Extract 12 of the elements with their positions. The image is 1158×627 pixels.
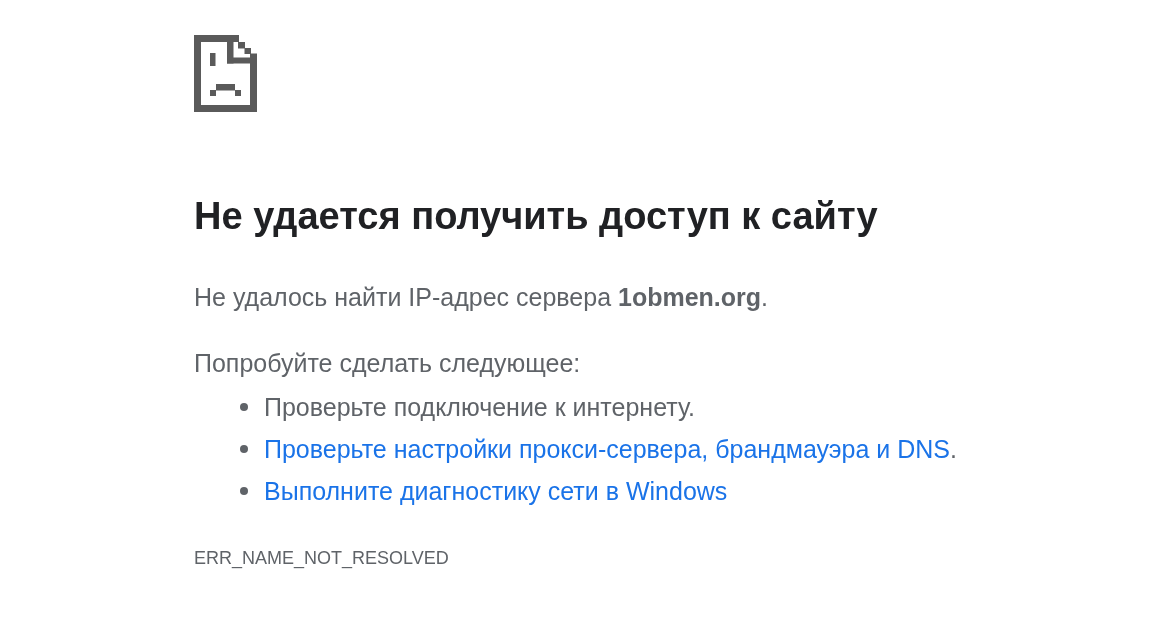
error-code: ERR_NAME_NOT_RESOLVED	[194, 547, 449, 571]
bullet-icon	[240, 487, 248, 495]
error-heading: Не удается получить доступ к сайту	[194, 194, 878, 239]
suggestion-link[interactable]: Проверьте настройки прокси-сервера, брандмауэра и DNS	[264, 435, 950, 463]
error-summary: Не удалось найти IP-адрес сервера 1obmen.org.	[194, 282, 769, 313]
suggestions-intro: Попробуйте сделать следующее:	[194, 348, 581, 379]
sad-page-icon	[194, 35, 257, 112]
suggestion-text: Проверьте подключение к интернету.	[264, 392, 695, 423]
bullet-icon	[240, 403, 248, 411]
suggestion-link[interactable]: Выполните диагностику сети в Windows	[264, 474, 728, 508]
suggestion-text: Проверьте настройки прокси-сервера, брандмауэра и DNS.	[264, 434, 957, 465]
bullet-icon	[240, 445, 248, 453]
